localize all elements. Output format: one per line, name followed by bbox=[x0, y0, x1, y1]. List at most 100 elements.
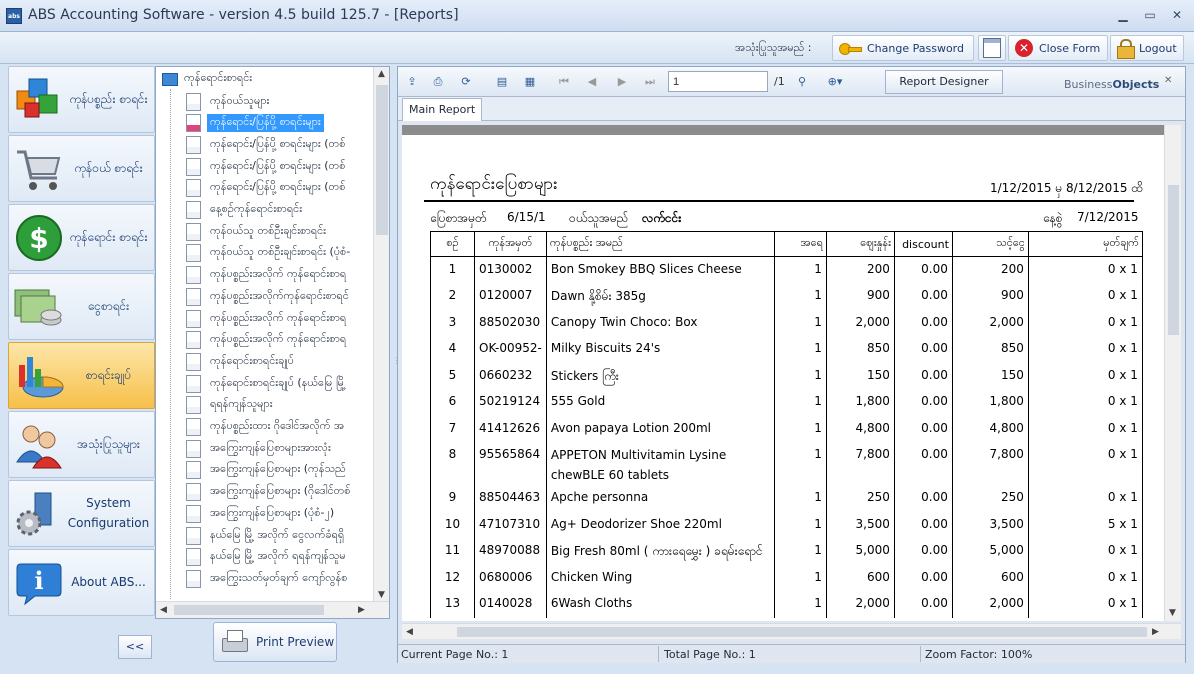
tree-item[interactable]: ကုန်ရောင်းစာရင်းချုပ် (နယ်မြေ မြို့ bbox=[186, 373, 374, 394]
scroll-up-icon[interactable]: ▲ bbox=[378, 69, 385, 79]
nav-item-products[interactable]: ကုန်ပစ္စည်း စာရင်း bbox=[8, 66, 155, 133]
tree-item[interactable]: နယ်မြေ မြို့ အလိုက် ငွေလက်ခံရရှိ bbox=[186, 525, 374, 546]
viewer-close-icon[interactable]: ✕ bbox=[1164, 75, 1172, 86]
tab-main-report[interactable]: Main Report bbox=[402, 98, 483, 121]
nav-item-users[interactable]: အသုံးပြုသူများ bbox=[8, 411, 155, 478]
viewer-scroll-down-icon[interactable]: ▼ bbox=[1169, 608, 1176, 618]
toggle-group-tree-icon[interactable]: ▤ bbox=[494, 74, 510, 90]
first-page-icon[interactable]: ⏮ bbox=[556, 74, 572, 90]
tree-item[interactable]: ကုန်ရောင်း/ပြန်ပို့ စာရင်းများ (တစ် bbox=[186, 178, 374, 199]
cell-amount: 150 bbox=[951, 362, 1029, 389]
tree-item-label: နယ်မြေ မြို့ အလိုက် ရရန်ကျန်သူမ bbox=[210, 549, 346, 563]
report-page-icon bbox=[186, 309, 201, 328]
cell-row-number: 1 bbox=[430, 256, 475, 283]
scroll-left-icon[interactable]: ◀ bbox=[160, 605, 167, 615]
export-icon[interactable]: ⇪ bbox=[404, 74, 420, 90]
cell-item-code: 88502030 bbox=[474, 309, 547, 336]
cell-discount: 0.00 bbox=[893, 442, 953, 485]
scroll-right-icon[interactable]: ▶ bbox=[358, 605, 365, 615]
viewer-scroll-left-icon[interactable]: ◀ bbox=[406, 627, 413, 637]
tree-item[interactable]: ကုန်ပစ္စည်းထား ဂိုဒေါင်အလိုက် အ bbox=[186, 417, 374, 438]
tree-item[interactable]: အကြွေးကျန်ပြေစာများ (ပုံစံ-၂) bbox=[186, 503, 374, 524]
scroll-down-icon[interactable]: ▼ bbox=[378, 590, 385, 600]
cell-discount: 0.00 bbox=[893, 336, 953, 363]
tree-item-label: ကုန်ရောင်းစာရင်းချုပ် (နယ်မြေ မြို့ bbox=[210, 375, 346, 389]
last-page-icon[interactable]: ⏭ bbox=[642, 74, 658, 90]
viewer-vertical-scroll-thumb[interactable] bbox=[1168, 185, 1179, 335]
tree-item[interactable]: ကုန်ရောင်းစာရင်းချုပ် bbox=[186, 351, 374, 372]
tree-item[interactable]: ကုန်ပစ္စည်းအလိုက် ကုန်ရောင်းစာရ bbox=[186, 330, 374, 351]
tree-item[interactable]: နယ်မြေ မြို့ အလိုက် ရရန်ကျန်သူမ bbox=[186, 547, 374, 568]
tree-item[interactable]: ကုန်ဝယ်သူ တစ်ဦးချင်းစာရင်း bbox=[186, 221, 374, 242]
change-password-button[interactable]: Change Password bbox=[832, 35, 974, 61]
tree-root[interactable]: ကုန်ရောင်းစာရင်း bbox=[162, 71, 252, 87]
find-icon[interactable]: ⚲ bbox=[794, 74, 810, 90]
zoom-icon[interactable]: ⊕▾ bbox=[822, 74, 848, 90]
tree-vertical-scroll-thumb[interactable] bbox=[376, 85, 388, 235]
tree-item[interactable]: အကြွေးကျန်ပြေစာများ (ကုန်သည် bbox=[186, 460, 374, 481]
table-row: 4 OK-00952- Milky Biscuits 24's 1 850 0.00 85… bbox=[430, 336, 1143, 363]
report-doc-button[interactable] bbox=[978, 35, 1006, 61]
nav-item-cash[interactable]: ငွေစာရင်း bbox=[8, 273, 155, 340]
nav-item-about[interactable]: i About ABS... bbox=[8, 549, 155, 616]
tree-item[interactable]: ကုန်ဝယ်သူများ bbox=[186, 91, 374, 112]
tree-item[interactable]: အကြွေးကျန်ပြေစာများ (ဂိုဒေါင်တစ် bbox=[186, 482, 374, 503]
cell-price: 7,800 bbox=[825, 442, 895, 485]
tree-item[interactable]: ကုန်ဝယ်သူ တစ်ဦးချင်းစာရင်း (ပုံစံ- bbox=[186, 243, 374, 264]
tree-item[interactable]: ကုန်ပစ္စည်းအလိုက် ကုန်ရောင်းစာရ bbox=[186, 308, 374, 329]
viewer-scroll-right-icon[interactable]: ▶ bbox=[1152, 627, 1159, 637]
viewer-horizontal-scrollbar[interactable]: ◀ ▶ bbox=[402, 623, 1181, 639]
tree-item[interactable]: ကုန်ပစ္စည်းအလိုက်ကုန်ရောင်းစာရင် bbox=[186, 286, 374, 307]
minimize-button[interactable]: ▁ bbox=[1112, 6, 1134, 24]
tree-item[interactable]: ကုန်ရောင်း/ပြန်ပို့ စာရင်းများ (တစ် bbox=[186, 156, 374, 177]
viewer-horizontal-scroll-thumb[interactable] bbox=[457, 627, 1147, 637]
tree-item-label: ကုန်ဝယ်သူ တစ်ဦးချင်းစာရင်း (ပုံစံ- bbox=[210, 245, 351, 259]
print-icon[interactable]: ⎙ bbox=[430, 74, 446, 90]
cell-item-code: 95565864 bbox=[474, 442, 547, 485]
tree-item[interactable]: အကြွေးကျန်ပြေစာများအားလုံး bbox=[186, 438, 374, 459]
cell-remark: 0 x 1 bbox=[1027, 591, 1143, 618]
business-objects-logo-part-a: Business bbox=[1064, 78, 1113, 91]
collapse-nav-button[interactable]: << bbox=[118, 635, 152, 659]
nav-item-sales[interactable]: $ ကုန်ရောင်း စာရင်း bbox=[8, 204, 155, 271]
cell-amount: 250 bbox=[951, 485, 1029, 512]
group-tree-icon[interactable]: ▦ bbox=[522, 74, 538, 90]
tree-horizontal-scrollbar[interactable]: ◀ ▶ bbox=[156, 601, 389, 618]
status-current-page: Current Page No.: 1 bbox=[401, 648, 509, 661]
window-close-button[interactable]: ✕ bbox=[1166, 6, 1188, 24]
tree-horizontal-scroll-thumb[interactable] bbox=[174, 605, 324, 615]
page-number-input[interactable] bbox=[668, 71, 768, 92]
cell-remark: 0 x 1 bbox=[1027, 415, 1143, 442]
info-icon: i bbox=[16, 563, 62, 606]
print-preview-button[interactable]: Print Preview bbox=[213, 622, 337, 662]
previous-page-icon[interactable]: ◀ bbox=[584, 74, 600, 90]
close-form-button[interactable]: ✕ Close Form bbox=[1008, 35, 1108, 61]
tree-item[interactable]: ကုန်ရောင်း/ပြန်ပို့ စာရင်းများ (တစ် bbox=[186, 134, 374, 155]
key-icon bbox=[839, 41, 862, 55]
cell-quantity: 1 bbox=[773, 442, 827, 485]
cell-quantity: 1 bbox=[773, 538, 827, 565]
tree-vertical-scrollbar[interactable]: ▲ ▼ bbox=[373, 67, 389, 602]
tree-item[interactable]: နေ့စဉ်ကုန်ရောင်းစာရင်း bbox=[186, 200, 374, 221]
status-bar: Current Page No.: 1 Total Page No.: 1 Zo… bbox=[398, 644, 1185, 663]
shopping-cart-icon bbox=[17, 150, 61, 190]
refresh-icon[interactable]: ⟳ bbox=[458, 74, 474, 90]
report-viewer: ⇪ ⎙ ⟳ ▤ ▦ ⏮ ◀ ▶ ⏭ /1 ⚲ ⊕▾ Report Designe… bbox=[397, 66, 1186, 663]
nav-item-system-configuration[interactable]: System Configuration bbox=[8, 480, 155, 547]
tree-item[interactable]: ကုန်ပစ္စည်းအလိုက် ကုန်ရောင်းစာရ bbox=[186, 265, 374, 286]
folder-icon bbox=[162, 72, 178, 86]
next-page-icon[interactable]: ▶ bbox=[614, 74, 630, 90]
tree-item[interactable]: ကုန်ရောင်း/ပြန်ပို့ စာရင်းများ bbox=[186, 113, 374, 134]
nav-item-reports[interactable]: စာရင်းချုပ် bbox=[8, 342, 155, 409]
tree-item[interactable]: ရရန်ကျန်သူများ bbox=[186, 395, 374, 416]
logout-button[interactable]: Logout bbox=[1110, 35, 1184, 61]
tree-item[interactable]: အကြွေးသတ်မှတ်ချက် ကျော်လွန်စ bbox=[186, 568, 374, 589]
cell-amount: 5,000 bbox=[951, 538, 1029, 565]
maximize-button[interactable]: ▭ bbox=[1139, 6, 1161, 24]
report-page-icon bbox=[186, 418, 201, 436]
cell-discount: 0.00 bbox=[893, 485, 953, 512]
report-designer-button[interactable]: Report Designer bbox=[885, 70, 1003, 94]
report-page-icon bbox=[186, 244, 201, 263]
viewer-vertical-scrollbar[interactable]: ▼ bbox=[1164, 125, 1181, 621]
nav-item-purchases[interactable]: ကုန်ဝယ် စာရင်း bbox=[8, 135, 155, 202]
